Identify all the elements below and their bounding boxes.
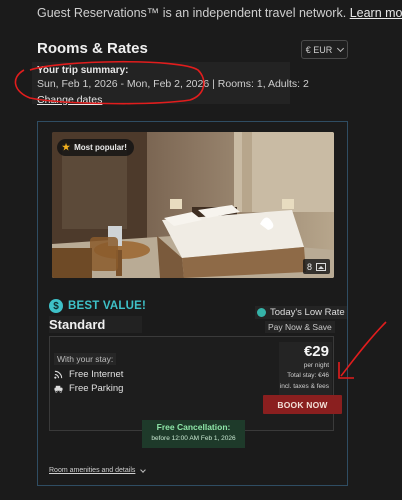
per-night-label: per night [303,362,329,369]
book-now-button[interactable]: BOOK NOW [263,395,342,414]
wifi-icon [54,370,63,379]
room-photo[interactable]: ★ Most popular! 8 [52,132,334,278]
price-box: €29 per night Total stay: €46 incl. taxe… [279,342,332,397]
taxes-note: incl. taxes & fees [279,383,329,390]
learn-more-link[interactable]: Learn more [350,6,402,20]
cancellation-title: Free Cancellation: [156,422,231,432]
stay-label: With your stay: [54,353,117,365]
low-rate-indicator: Today's Low Rate [255,306,347,319]
trip-summary-title: Your trip summary: [37,65,129,76]
photo-count-value: 8 [306,261,312,272]
cancellation-deadline: before 12:00 AM Feb 1, 2026 [151,435,236,442]
nightly-price: €29 [303,343,329,360]
trip-summary-details: Sun, Feb 1, 2026 - Mon, Feb 2, 2026 | Ro… [37,78,309,90]
amenity-item: Free Parking [54,383,123,394]
pay-now-label: Pay Now & Save [265,321,335,333]
trip-summary: Your trip summary: Sun, Feb 1, 2026 - Mo… [32,62,309,106]
currency-select[interactable]: € EUR [301,40,348,59]
most-popular-badge: ★ Most popular! [57,139,134,156]
chevron-down-icon [337,44,345,52]
trip-separator: | [212,78,215,90]
free-cancellation-box: Free Cancellation: before 12:00 AM Feb 1… [142,420,245,448]
best-value-label: BEST VALUE! [68,300,147,312]
most-popular-label: Most popular! [74,143,127,152]
amenity-label: Free Internet [69,369,124,380]
rate-box: With your stay: Free Internet Free Parki… [49,336,342,431]
amenity-label: Free Parking [69,383,124,394]
parking-icon [54,385,63,393]
room-details-label: Room amenities and details [49,467,136,474]
star-icon: ★ [62,142,71,152]
disclaimer-line: Guest Reservations™ is an independent tr… [37,6,402,20]
room-card: ★ Most popular! 8 $ BEST VALUE! Standard… [37,121,348,486]
image-icon [316,262,326,271]
dollar-circle-icon: $ [49,299,63,313]
best-value-tag: $ BEST VALUE! [49,299,146,313]
room-details-link[interactable]: Room amenities and details [49,466,147,474]
trip-dates: Sun, Feb 1, 2026 - Mon, Feb 2, 2026 [37,78,210,90]
total-stay: Total stay: €46 [287,372,329,379]
rooms-rates-title: Rooms & Rates [37,40,148,57]
room-name: Standard [49,316,142,333]
photo-count-badge[interactable]: 8 [302,259,330,274]
disclaimer-text: Guest Reservations™ is an independent tr… [37,6,347,20]
change-dates-link[interactable]: Change dates [37,94,102,106]
amenity-item: Free Internet [54,369,123,380]
low-rate-label: Today's Low Rate [270,307,345,318]
chevron-down-icon [140,466,147,473]
low-rate-dot-icon [257,308,266,317]
trip-rooms-adults: Rooms: 1, Adults: 2 [217,78,309,90]
currency-value: € EUR [305,44,333,55]
